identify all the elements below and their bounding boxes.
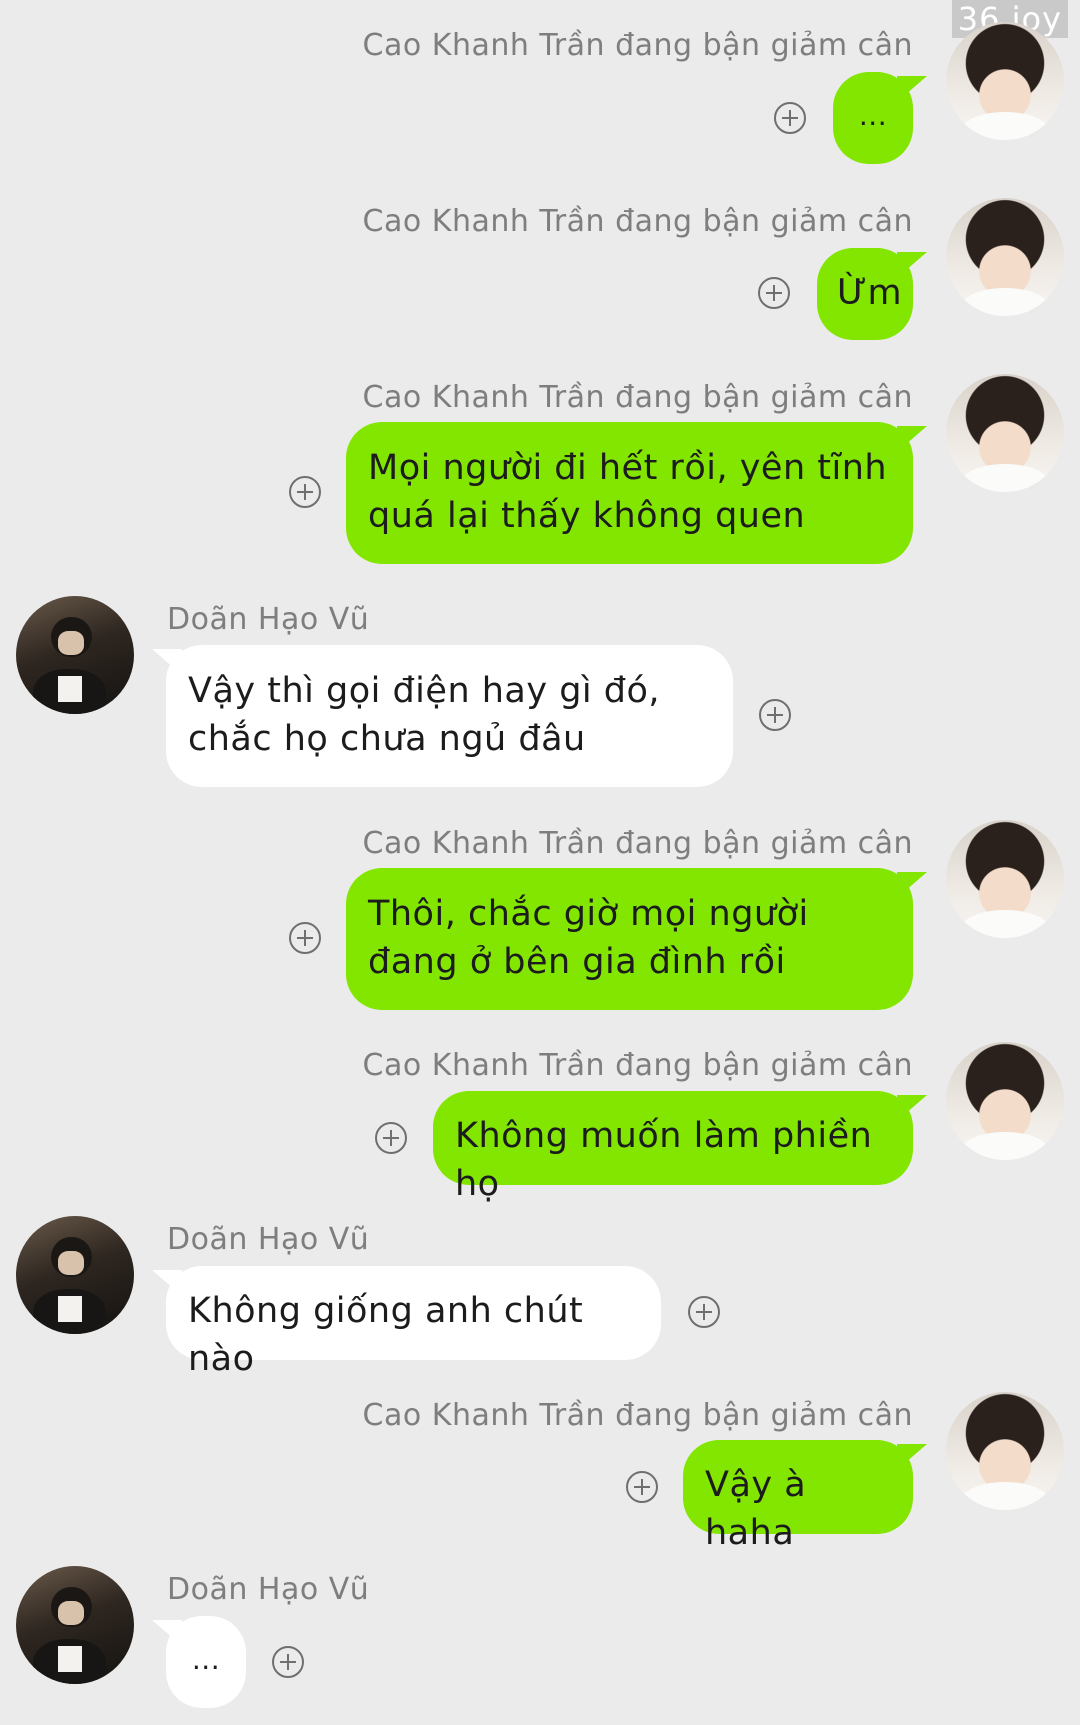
message-bubble[interactable]: Vậy à haha — [683, 1440, 913, 1553]
sender-name: Doãn Hạo Vũ — [167, 602, 370, 637]
avatar[interactable] — [946, 1392, 1064, 1510]
avatar[interactable] — [16, 1566, 134, 1684]
add-reaction-icon[interactable] — [272, 1646, 304, 1678]
add-reaction-icon[interactable] — [289, 922, 321, 954]
avatar[interactable] — [946, 1042, 1064, 1160]
avatar[interactable] — [946, 820, 1064, 938]
message-bubble[interactable]: Mọi người đi hết rồi, yên tĩnh quá lại t… — [346, 422, 913, 564]
message-bubble[interactable]: Vậy thì gọi điện hay gì đó, chắc họ chưa… — [166, 645, 733, 787]
sender-name: Cao Khanh Trần đang bận giảm cân — [362, 826, 913, 861]
avatar[interactable] — [946, 374, 1064, 492]
sender-name: Cao Khanh Trần đang bận giảm cân — [362, 204, 913, 239]
message-bubble[interactable]: Không muốn làm phiền họ — [433, 1091, 913, 1204]
sender-name: Cao Khanh Trần đang bận giảm cân — [362, 28, 913, 63]
message-bubble[interactable]: ... — [166, 1616, 246, 1708]
sender-name: Cao Khanh Trần đang bận giảm cân — [362, 380, 913, 415]
sender-name: Cao Khanh Trần đang bận giảm cân — [362, 1048, 913, 1083]
add-reaction-icon[interactable] — [759, 699, 791, 731]
message-bubble[interactable]: Ừm — [817, 248, 913, 340]
add-reaction-icon[interactable] — [626, 1471, 658, 1503]
add-reaction-icon[interactable] — [688, 1296, 720, 1328]
add-reaction-icon[interactable] — [375, 1122, 407, 1154]
message-bubble[interactable]: Không giống anh chút nào — [166, 1266, 661, 1379]
add-reaction-icon[interactable] — [774, 102, 806, 134]
sender-name: Doãn Hạo Vũ — [167, 1572, 370, 1607]
message-bubble[interactable]: Thôi, chắc giờ mọi người đang ở bên gia … — [346, 868, 913, 1010]
add-reaction-icon[interactable] — [289, 476, 321, 508]
avatar[interactable] — [16, 1216, 134, 1334]
avatar[interactable] — [16, 596, 134, 714]
avatar[interactable] — [946, 198, 1064, 316]
avatar[interactable] — [946, 22, 1064, 140]
chat-thread: 36 joy Cao Khanh Trần đang bận giảm cân … — [0, 0, 1080, 1725]
sender-name: Cao Khanh Trần đang bận giảm cân — [362, 1398, 913, 1433]
message-bubble[interactable]: ... — [833, 72, 913, 164]
sender-name: Doãn Hạo Vũ — [167, 1222, 370, 1257]
add-reaction-icon[interactable] — [758, 277, 790, 309]
